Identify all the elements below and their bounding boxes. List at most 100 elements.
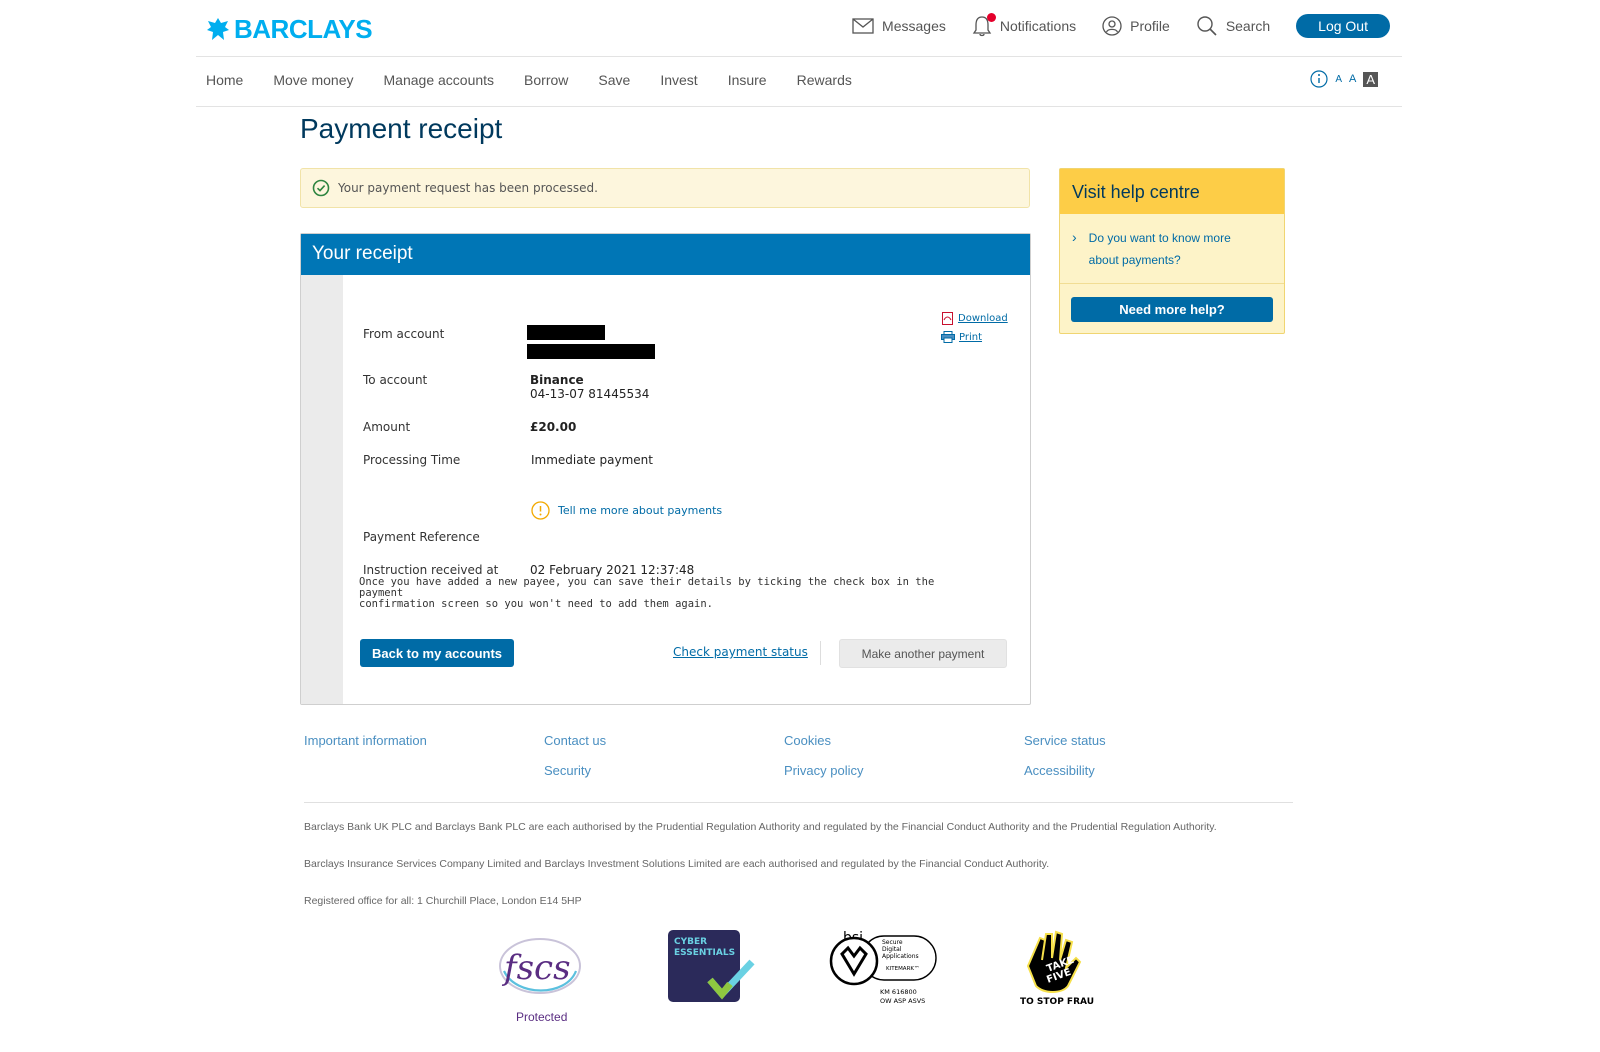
nav-items: Home Move money Manage accounts Borrow S…	[206, 72, 882, 88]
notification-dot	[986, 13, 996, 22]
messages-link[interactable]: Messages	[852, 18, 946, 34]
eagle-icon	[207, 17, 229, 40]
info-circle-icon	[531, 501, 550, 520]
bsi-code-2: OW ASP ASVS	[880, 997, 925, 1005]
payment-reference-label: Payment Reference	[363, 530, 480, 544]
footer-security[interactable]: Security	[544, 763, 591, 778]
note-line-2: confirmation screen so you won't need to…	[359, 598, 714, 610]
fscs-text: fscs	[501, 948, 571, 988]
cyber-essentials-logo: CYBER ESSENTIALS	[668, 930, 755, 1002]
help-link-text: Do you want to know more about payments?	[1089, 227, 1231, 271]
fscs-logo: fscs	[499, 938, 581, 994]
tell-me-more-link[interactable]: Tell me more about payments	[531, 501, 722, 520]
footer-important-information[interactable]: Important information	[304, 733, 427, 748]
envelope-icon	[852, 18, 874, 34]
nav-borrow[interactable]: Borrow	[524, 72, 568, 88]
payee-account-number: 04-13-07 81445534	[530, 387, 650, 401]
text-size-medium[interactable]: A	[1349, 73, 1356, 85]
legal-text-3: Registered office for all: 1 Churchill P…	[304, 895, 582, 907]
help-link-line-2: about payments?	[1088, 253, 1181, 267]
bsi-line-1: Secure	[882, 939, 903, 946]
nav-move-money[interactable]: Move money	[273, 72, 353, 88]
printer-icon	[941, 331, 955, 343]
text-size-large[interactable]: A	[1363, 71, 1378, 87]
tell-me-more-label: Tell me more about payments	[558, 504, 723, 517]
notification-bell	[972, 13, 996, 37]
footer-cookies[interactable]: Cookies	[784, 733, 831, 748]
help-centre-title: Visit help centre	[1060, 169, 1284, 214]
print-label: Print	[959, 331, 983, 343]
chevron-right-icon: ›	[1072, 229, 1077, 245]
logout-button[interactable]: Log Out	[1296, 14, 1390, 38]
profile-link[interactable]: Profile	[1102, 16, 1170, 36]
amount-label: Amount	[363, 420, 411, 434]
redacted-account-number	[527, 344, 655, 359]
need-more-help-button[interactable]: Need more help?	[1071, 297, 1273, 322]
bsi-kitemark-logo: bsi Secure Digital Applications KITEMARK…	[829, 930, 937, 1005]
help-payments-link[interactable]: › Do you want to know more about payment…	[1072, 227, 1231, 271]
success-message: Your payment request has been processed.	[338, 181, 598, 195]
search-link[interactable]: Search	[1196, 15, 1270, 37]
bsi-code-1: KM 616800	[880, 988, 917, 996]
receipt-header: Your receipt	[301, 234, 1030, 275]
nav-save[interactable]: Save	[598, 72, 630, 88]
text-size-controls: A A A	[1310, 70, 1378, 88]
footer-service-status[interactable]: Service status	[1024, 733, 1106, 748]
trust-badges: fscs Protected CYBER ESSENTIALS bsi Secu…	[0, 928, 1600, 1048]
take-five-logo: TAKE FIVE TO STOP FRAUD	[1020, 930, 1094, 1007]
brand-name: BARCLAYS	[234, 14, 373, 44]
take-five-label: TO STOP FRAUD	[1020, 997, 1094, 1007]
check-circle-icon	[312, 179, 330, 197]
footer-privacy-policy[interactable]: Privacy policy	[784, 763, 863, 778]
nav-insure[interactable]: Insure	[728, 72, 767, 88]
bsi-line-3: Applications	[882, 953, 919, 960]
barclays-logo[interactable]: BARCLAYS	[206, 14, 373, 45]
bsi-line-4: KITEMARK™	[886, 965, 920, 972]
user-icon	[1102, 16, 1122, 36]
amount-value: £20.00	[530, 420, 577, 434]
main-nav: Home Move money Manage accounts Borrow S…	[196, 58, 1402, 107]
print-link[interactable]: Print	[941, 331, 1008, 343]
footer-links: Important information Contact us Securit…	[304, 733, 1289, 793]
footer-accessibility[interactable]: Accessibility	[1024, 763, 1095, 778]
help-separator	[1060, 283, 1284, 284]
make-another-payment-button[interactable]: Make another payment	[839, 639, 1007, 668]
search-icon	[1197, 16, 1217, 36]
notifications-label: Notifications	[999, 18, 1077, 34]
success-banner: Your payment request has been processed.	[300, 168, 1030, 208]
instruction-value: 02 February 2021 12:37:48	[530, 563, 695, 577]
payee-name: Binance	[530, 373, 584, 387]
help-link-line-1: Do you want to know more	[1088, 231, 1231, 245]
messages-label: Messages	[882, 18, 946, 34]
search-label: Search	[1225, 18, 1271, 34]
cyber-text-2: ESSENTIALS	[674, 948, 735, 958]
cyber-text-1: CYBER	[674, 937, 707, 947]
pdf-icon	[942, 312, 953, 325]
processing-time-value: Immediate payment	[531, 453, 653, 467]
bsi-line-2: Digital	[882, 946, 902, 953]
back-to-accounts-button[interactable]: Back to my accounts	[360, 639, 514, 667]
payee-save-note: Once you have added a new payee, you can…	[359, 577, 959, 610]
nav-manage-accounts[interactable]: Manage accounts	[384, 72, 495, 88]
text-size-small[interactable]: A	[1335, 74, 1342, 85]
nav-rewards[interactable]: Rewards	[797, 72, 852, 88]
note-line-1: Once you have added a new payee, you can…	[359, 576, 935, 599]
utility-nav: Messages Notifications Profile Search Lo…	[826, 13, 1390, 38]
check-payment-status-link[interactable]: Check payment status	[673, 645, 808, 659]
button-divider	[820, 641, 821, 665]
notifications-link[interactable]: Notifications	[972, 13, 1077, 37]
nav-invest[interactable]: Invest	[660, 72, 697, 88]
footer-contact-us[interactable]: Contact us	[544, 733, 606, 748]
to-account-label: To account	[363, 373, 428, 387]
download-label: Download	[958, 313, 1008, 324]
legal-text-1: Barclays Bank UK PLC and Barclays Bank P…	[304, 821, 1217, 833]
help-centre-panel: Visit help centre › Do you want to know …	[1059, 168, 1285, 334]
redacted-account-name	[527, 325, 605, 340]
instruction-label: Instruction received at	[363, 563, 499, 577]
page-title: Payment receipt	[300, 113, 503, 144]
fscs-protected-label: Protected	[516, 1010, 568, 1024]
info-icon[interactable]	[1310, 70, 1328, 88]
download-link[interactable]: Download	[941, 312, 1008, 325]
nav-home[interactable]: Home	[206, 72, 243, 88]
receipt-title: Your receipt	[312, 243, 413, 264]
